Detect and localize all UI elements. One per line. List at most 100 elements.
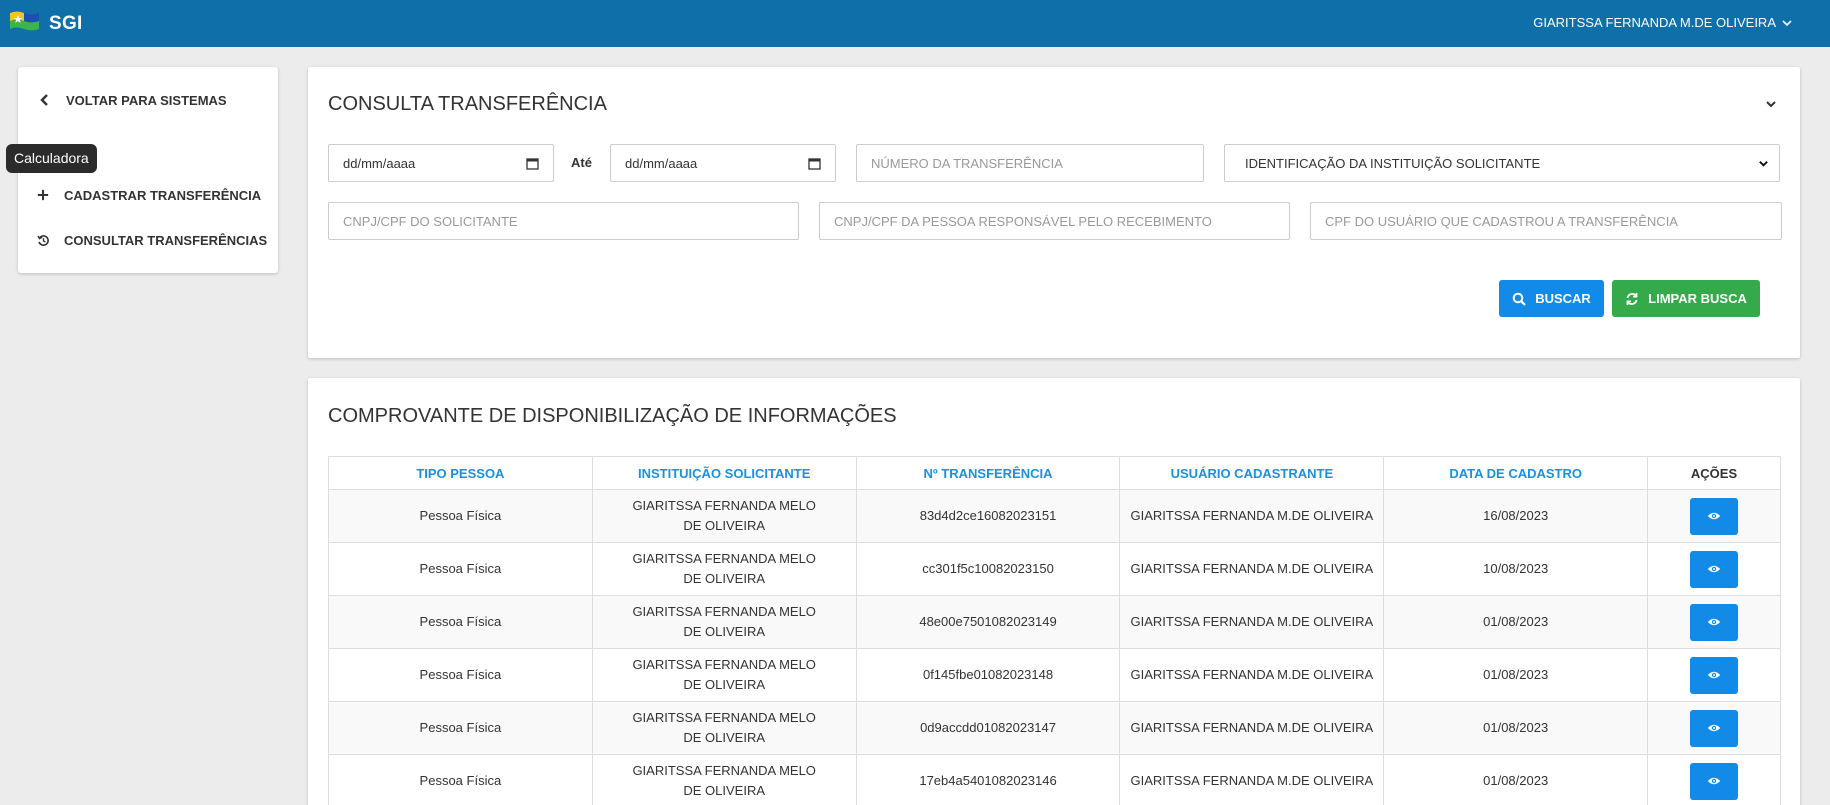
cell-acoes [1647,542,1781,596]
table-row: Pessoa Física GIARITSSA FERNANDA MELO DE… [328,542,1781,596]
receiver-document-input[interactable] [819,202,1290,240]
view-button[interactable] [1690,497,1739,535]
results-panel: COMPROVANTE DE DISPONIBILIZAÇÃO DE INFOR… [308,378,1800,805]
search-button-label: BUSCAR [1535,291,1591,306]
chevron-down-icon [1782,19,1792,26]
cell-data: 16/08/2023 [1383,489,1649,543]
institution-select[interactable]: IDENTIFICAÇÃO DA INSTITUIÇÃO SOLICITANTE [1224,144,1780,182]
requester-document-input[interactable] [328,202,799,240]
cell-numero: 83d4d2ce16082023151 [855,489,1121,543]
cell-instituicao: GIARITSSA FERNANDA MELO DE OLIVEIRA [591,648,857,702]
cell-usuario: GIARITSSA FERNANDA M.DE OLIVEIRA [1119,542,1385,596]
date-from-text: dd/mm/aaaa [343,155,416,171]
search-button[interactable]: BUSCAR [1499,280,1604,317]
cell-instituicao: GIARITSSA FERNANDA MELO DE OLIVEIRA [591,542,857,596]
cell-instituicao: GIARITSSA FERNANDA MELO DE OLIVEIRA [591,754,857,805]
user-name: GIARITSSA FERNANDA M.DE OLIVEIRA [1533,15,1776,30]
cell-tipo-pessoa: Pessoa Física [328,542,593,596]
date-from-input[interactable]: dd/mm/aaaa [328,144,554,182]
view-button[interactable] [1690,656,1739,694]
sidebar-item-cadastrar[interactable]: CADASTRAR TRANSFERÊNCIA [18,184,278,206]
chevron-down-icon [1759,160,1768,167]
cell-usuario: GIARITSSA FERNANDA M.DE OLIVEIRA [1119,701,1385,755]
cell-numero: cc301f5c10082023150 [855,542,1121,596]
cell-acoes [1647,648,1781,702]
date-to-input[interactable]: dd/mm/aaaa [610,144,836,182]
eye-icon [1707,724,1721,732]
top-bar: SGI GIARITSSA FERNANDA M.DE OLIVEIRA [0,0,1830,47]
cell-instituicao: GIARITSSA FERNANDA MELO DE OLIVEIRA [591,489,857,543]
chevron-down-icon[interactable] [1764,97,1778,111]
sidebar-item-label: CADASTRAR TRANSFERÊNCIA [64,187,262,203]
chevron-left-icon [38,93,52,107]
cell-tipo-pessoa: Pessoa Física [328,754,593,805]
transfers-table: TIPO PESSOA INSTITUIÇÃO SOLICITANTE Nº T… [328,456,1781,805]
search-panel-title: CONSULTA TRANSFERÊNCIA [328,93,607,115]
cell-instituicao: GIARITSSA FERNANDA MELO DE OLIVEIRA [591,701,857,755]
cell-tipo-pessoa: Pessoa Física [328,595,593,649]
eye-icon [1707,777,1721,785]
cell-data: 01/08/2023 [1383,701,1649,755]
plus-icon [36,188,50,202]
cell-acoes [1647,595,1781,649]
cell-data: 01/08/2023 [1383,648,1649,702]
cell-numero: 0d9accdd01082023147 [855,701,1121,755]
cell-data: 01/08/2023 [1383,754,1649,805]
app-brand[interactable]: SGI [49,13,83,35]
view-button[interactable] [1690,709,1739,747]
cell-data: 01/08/2023 [1383,595,1649,649]
column-header-numero[interactable]: Nº TRANSFERÊNCIA [855,456,1121,490]
cell-numero: 17eb4a5401082023146 [855,754,1121,805]
cell-tipo-pessoa: Pessoa Física [328,648,593,702]
back-label: VOLTAR PARA SISTEMAS [66,92,227,108]
cell-tipo-pessoa: Pessoa Física [328,489,593,543]
cell-numero: 48e00e7501082023149 [855,595,1121,649]
eye-icon [1707,618,1721,626]
table-header-row: TIPO PESSOA INSTITUIÇÃO SOLICITANTE Nº T… [328,456,1781,490]
eye-icon [1707,565,1721,573]
cell-acoes [1647,489,1781,543]
column-header-tipo-pessoa[interactable]: TIPO PESSOA [328,456,593,490]
clear-search-button-label: LIMPAR BUSCA [1648,291,1747,306]
eye-icon [1707,512,1721,520]
view-button[interactable] [1690,550,1739,588]
cell-numero: 0f145fbe01082023148 [855,648,1121,702]
date-separator-label: Até [571,155,592,170]
table-row: Pessoa Física GIARITSSA FERNANDA MELO DE… [328,489,1781,543]
view-button[interactable] [1690,762,1739,800]
clear-search-button[interactable]: LIMPAR BUSCA [1612,280,1760,317]
column-header-data[interactable]: DATA DE CADASTRO [1383,456,1649,490]
cell-instituicao: GIARITSSA FERNANDA MELO DE OLIVEIRA [591,595,857,649]
refresh-icon [1626,292,1638,305]
back-to-systems-link[interactable]: VOLTAR PARA SISTEMAS [18,89,278,111]
table-row: Pessoa Física GIARITSSA FERNANDA MELO DE… [328,648,1781,702]
institution-select-value: IDENTIFICAÇÃO DA INSTITUIÇÃO SOLICITANTE [1245,155,1541,171]
calendar-icon[interactable] [526,157,539,170]
calendar-icon[interactable] [808,157,821,170]
logo-flag-icon [10,11,39,31]
cell-acoes [1647,701,1781,755]
table-row: Pessoa Física GIARITSSA FERNANDA MELO DE… [328,754,1781,805]
sidebar-item-label: CONSULTAR TRANSFERÊNCIAS [64,232,268,248]
date-to-text: dd/mm/aaaa [625,155,698,171]
eye-icon [1707,671,1721,679]
transfer-number-input[interactable] [856,144,1204,182]
table-row: Pessoa Física GIARITSSA FERNANDA MELO DE… [328,701,1781,755]
view-button[interactable] [1690,603,1739,641]
table-row: Pessoa Física GIARITSSA FERNANDA MELO DE… [328,595,1781,649]
cell-usuario: GIARITSSA FERNANDA M.DE OLIVEIRA [1119,648,1385,702]
history-icon [36,233,50,247]
cell-usuario: GIARITSSA FERNANDA M.DE OLIVEIRA [1119,489,1385,543]
sidebar-item-consultar[interactable]: CONSULTAR TRANSFERÊNCIAS [18,229,278,251]
calculator-tooltip: Calculadora [6,144,97,173]
column-header-acoes: AÇÕES [1647,456,1781,490]
search-icon [1512,292,1526,306]
search-panel: CONSULTA TRANSFERÊNCIA dd/mm/aaaa Até dd… [308,67,1800,358]
cell-data: 10/08/2023 [1383,542,1649,596]
cell-acoes [1647,754,1781,805]
column-header-usuario[interactable]: USUÁRIO CADASTRANTE [1119,456,1385,490]
column-header-instituicao[interactable]: INSTITUIÇÃO SOLICITANTE [591,456,857,490]
cell-usuario: GIARITSSA FERNANDA M.DE OLIVEIRA [1119,754,1385,805]
registering-user-cpf-input[interactable] [1310,202,1782,240]
user-menu[interactable]: GIARITSSA FERNANDA M.DE OLIVEIRA [1533,15,1792,30]
